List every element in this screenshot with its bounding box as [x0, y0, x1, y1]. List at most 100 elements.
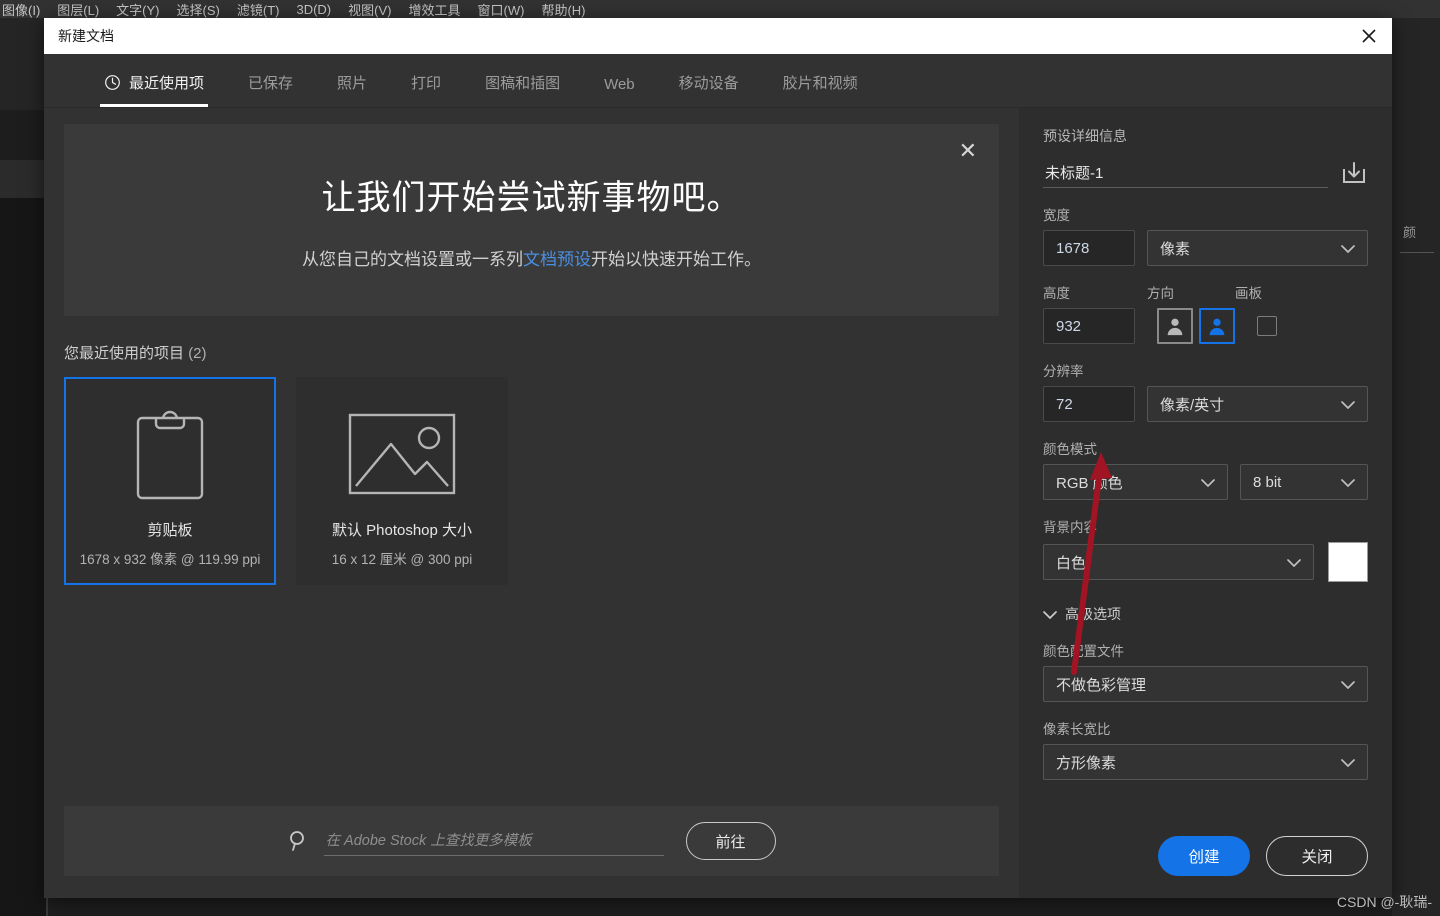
color-profile-select[interactable]: 不做色彩管理 [1043, 666, 1368, 702]
adobe-stock-bar: 前往 [64, 806, 999, 876]
chevron-down-icon [1043, 606, 1057, 622]
resolution-row: 像素/英寸 [1043, 386, 1368, 422]
image-placeholder-icon [347, 405, 457, 503]
tab-print[interactable]: 打印 [389, 72, 463, 107]
height-input[interactable] [1043, 308, 1135, 344]
background-contents-select[interactable]: 白色 [1043, 544, 1314, 580]
left-panel-block-d [0, 198, 46, 916]
banner-subtitle-after: 开始以快速开始工作。 [591, 250, 761, 269]
promo-banner: ✕ 让我们开始尝试新事物吧。 从您自己的文档设置或一系列文档预设开始以快速开始工… [64, 124, 999, 316]
stock-go-button[interactable]: 前往 [686, 822, 776, 860]
color-mode-select[interactable]: RGB 颜色 [1043, 464, 1228, 500]
background-color-swatch[interactable] [1328, 542, 1368, 582]
recent-items-heading: 您最近使用的项目 (2) [64, 342, 999, 363]
dialog-titlebar: 新建文档 [44, 18, 1392, 54]
tab-recent[interactable]: 最近使用项 [82, 72, 226, 107]
menu-item-window[interactable]: 窗口(W) [478, 0, 525, 18]
pixel-aspect-ratio-select[interactable]: 方形像素 [1043, 744, 1368, 780]
clock-icon [104, 74, 121, 91]
tab-film-video[interactable]: 胶片和视频 [761, 72, 880, 107]
tab-label-recent: 最近使用项 [129, 72, 204, 93]
chevron-down-icon [1341, 754, 1355, 771]
chevron-down-icon [1341, 474, 1355, 491]
resolution-label: 分辨率 [1043, 360, 1368, 380]
menu-item-view[interactable]: 视图(V) [348, 0, 391, 18]
recent-item-name: 默认 Photoshop 大小 [332, 519, 472, 540]
tab-label-photo: 照片 [337, 72, 367, 93]
dialog-footer-buttons: 创建 关闭 [1158, 836, 1368, 876]
stock-search-input[interactable] [324, 827, 664, 856]
artboard-label: 画板 [1235, 282, 1262, 302]
recent-item-default-size[interactable]: 默认 Photoshop 大小 16 x 12 厘米 @ 300 ppi [296, 377, 508, 585]
tab-label-film: 胶片和视频 [783, 72, 858, 93]
document-presets-link[interactable]: 文档预设 [523, 250, 591, 269]
resolution-input[interactable] [1043, 386, 1135, 422]
width-row: 像素 [1043, 230, 1368, 266]
tab-art-illustration[interactable]: 图稿和插图 [463, 72, 582, 107]
left-panel-block-b [0, 110, 46, 160]
preset-details-pane: 预设详细信息 宽度 像素 [1019, 108, 1392, 898]
menu-item-help[interactable]: 帮助(H) [541, 0, 585, 18]
chevron-down-icon [1201, 474, 1215, 491]
color-profile-label: 颜色配置文件 [1043, 640, 1368, 660]
chevron-down-icon [1341, 396, 1355, 413]
photoshop-menubar: 图像(I) 图层(L) 文字(Y) 选择(S) 滤镜(T) 3D(D) 视图(V… [0, 0, 1440, 18]
resolution-unit-select[interactable]: 像素/英寸 [1147, 386, 1368, 422]
color-mode-row: RGB 颜色 8 bit [1043, 464, 1368, 500]
orientation-label: 方向 [1147, 282, 1235, 302]
color-mode-value: RGB 颜色 [1056, 472, 1123, 493]
chevron-down-icon [1287, 554, 1301, 571]
tab-label-web: Web [604, 76, 635, 93]
background-contents-row: 白色 [1043, 542, 1368, 582]
pixel-aspect-ratio-value: 方形像素 [1056, 752, 1116, 773]
menu-item-select[interactable]: 选择(S) [177, 0, 220, 18]
banner-close-icon[interactable]: ✕ [959, 140, 977, 162]
tab-mobile[interactable]: 移动设备 [657, 72, 761, 107]
tab-label-mobile: 移动设备 [679, 72, 739, 93]
recent-item-clipboard[interactable]: 剪贴板 1678 x 932 像素 @ 119.99 ppi [64, 377, 276, 585]
right-panel-text: 颜 [1403, 222, 1416, 241]
recent-heading-text: 您最近使用的项目 [64, 345, 184, 362]
advanced-options-toggle[interactable]: 高级选项 [1043, 604, 1368, 624]
search-icon [288, 830, 310, 852]
tab-label-saved: 已保存 [248, 72, 293, 93]
save-preset-icon[interactable] [1340, 160, 1368, 186]
left-panel-block-a [0, 18, 46, 110]
tab-label-print: 打印 [411, 72, 441, 93]
pixel-aspect-ratio-label: 像素长宽比 [1043, 718, 1368, 738]
artboard-checkbox[interactable] [1257, 316, 1277, 336]
menu-item-3d[interactable]: 3D(D) [296, 2, 331, 17]
menu-item-type[interactable]: 文字(Y) [116, 0, 159, 18]
orientation-group [1157, 308, 1235, 344]
menu-item-layer[interactable]: 图层(L) [57, 0, 99, 18]
banner-subtitle: 从您自己的文档设置或一系列文档预设开始以快速开始工作。 [302, 245, 761, 270]
menu-item-image[interactable]: 图像(I) [2, 0, 40, 18]
document-name-input[interactable] [1043, 162, 1328, 188]
document-name-row [1043, 160, 1368, 188]
recent-item-name: 剪贴板 [147, 519, 192, 540]
tab-web[interactable]: Web [582, 76, 657, 107]
color-profile-value: 不做色彩管理 [1056, 674, 1146, 695]
resolution-unit-value: 像素/英寸 [1160, 394, 1224, 415]
stock-search-group [288, 827, 664, 856]
recent-items-count: (2) [188, 345, 206, 362]
tab-photo[interactable]: 照片 [315, 72, 389, 107]
close-icon[interactable] [1346, 18, 1392, 54]
preset-details-title: 预设详细信息 [1043, 126, 1368, 146]
right-panel-rule [1400, 252, 1434, 253]
orientation-landscape-button[interactable] [1199, 308, 1235, 344]
width-label: 宽度 [1043, 204, 1368, 224]
orientation-portrait-button[interactable] [1157, 308, 1193, 344]
tab-saved[interactable]: 已保存 [226, 72, 315, 107]
bit-depth-select[interactable]: 8 bit [1240, 464, 1368, 500]
chevron-down-icon [1341, 240, 1355, 257]
preset-category-tabs: 最近使用项 已保存 照片 打印 图稿和插图 Web 移动设备 胶片和视频 [44, 54, 1392, 108]
advanced-options-label: 高级选项 [1065, 604, 1121, 624]
width-unit-select[interactable]: 像素 [1147, 230, 1368, 266]
width-input[interactable] [1043, 230, 1135, 266]
close-button[interactable]: 关闭 [1266, 836, 1368, 876]
create-button[interactable]: 创建 [1158, 836, 1250, 876]
menu-item-filter[interactable]: 滤镜(T) [237, 0, 280, 18]
height-orientation-row [1043, 308, 1368, 344]
menu-item-plugins[interactable]: 增效工具 [408, 0, 460, 18]
